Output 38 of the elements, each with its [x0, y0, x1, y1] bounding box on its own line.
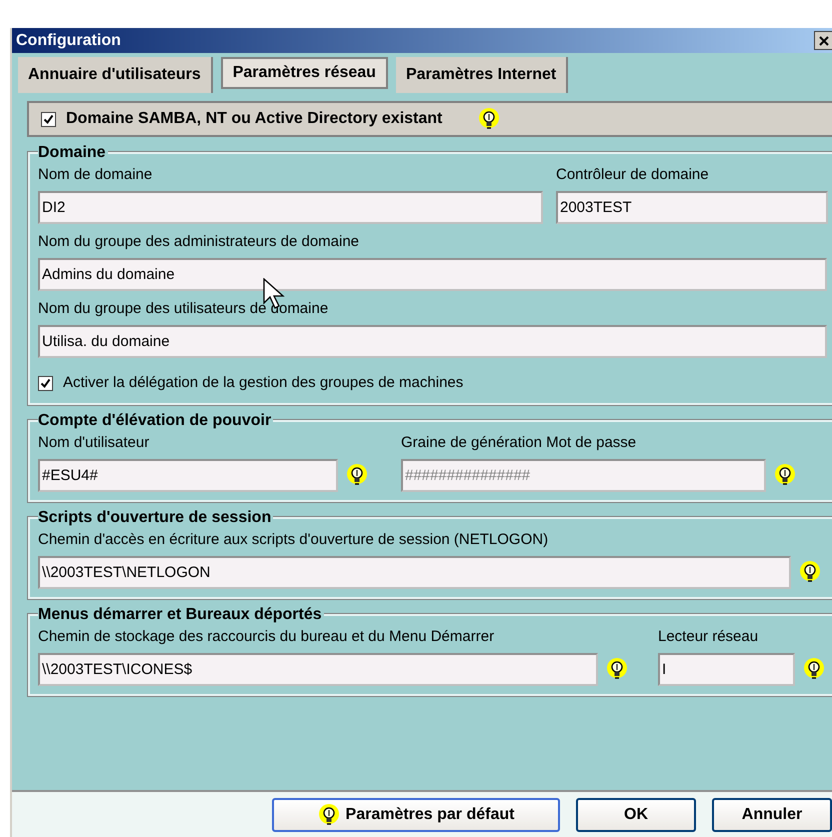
- field-label: Contrôleur de domaine: [556, 166, 710, 184]
- input-field[interactable]: Admins du domaine: [38, 258, 827, 291]
- field-label: Nom de domaine: [38, 166, 154, 184]
- input-field[interactable]: Utilisa. du domaine: [38, 325, 827, 358]
- checkbox[interactable]: [41, 112, 56, 126]
- group-title: Menus démarrer et Bureaux déportés: [38, 604, 324, 624]
- input-field[interactable]: \\2003TEST\ICONES$: [38, 652, 598, 686]
- field-label: Nom d'utilisateur: [38, 434, 150, 452]
- checkbox-label: Activer la délégation de la gestion des groupes de machines: [63, 373, 464, 393]
- input-field[interactable]: 2003TEST: [556, 191, 828, 224]
- field-label: Chemin d'accès en écriture aux scripts d'ouverture de session (NETLOGON): [38, 530, 550, 548]
- lightbulb-icon[interactable]: [799, 560, 821, 584]
- tab[interactable]: Annuaire d'utilisateurs: [18, 57, 213, 93]
- lightbulb-icon: [318, 802, 340, 826]
- close-button[interactable]: [814, 31, 832, 50]
- input-field[interactable]: DI2: [38, 191, 543, 224]
- input-field[interactable]: I: [658, 652, 795, 686]
- lightbulb-icon[interactable]: [478, 107, 500, 131]
- tab[interactable]: Paramètres Internet: [396, 57, 568, 93]
- checkbox[interactable]: [38, 376, 53, 391]
- dialog-button[interactable]: OK: [576, 798, 696, 832]
- field-label: Chemin de stockage des raccourcis du bureau et du Menu Démarrer: [38, 628, 496, 646]
- group-title: Compte d'élévation de pouvoir: [38, 410, 274, 430]
- input-field[interactable]: #ESU4#: [38, 458, 338, 492]
- tab[interactable]: Paramètres réseau: [220, 57, 388, 89]
- field-label: Lecteur réseau: [658, 628, 760, 646]
- lightbulb-icon[interactable]: [606, 657, 628, 681]
- checkbox-label: Domaine SAMBA, NT ou Active Directory existant: [66, 109, 442, 129]
- dialog-button[interactable]: Paramètres par défaut: [272, 798, 560, 832]
- lightbulb-icon[interactable]: [346, 463, 368, 487]
- lightbulb-icon[interactable]: [803, 657, 825, 681]
- field-label: Nom du groupe des administrateurs de domaine: [38, 233, 360, 251]
- window-title: Configuration: [16, 30, 121, 50]
- input-field[interactable]: \\2003TEST\NETLOGON: [38, 556, 791, 588]
- field-label: Graine de génération Mot de passe: [401, 434, 638, 452]
- dialog-button[interactable]: Annuler: [712, 798, 832, 832]
- close-icon: [819, 36, 829, 46]
- group-title: Scripts d'ouverture de session: [38, 508, 274, 528]
